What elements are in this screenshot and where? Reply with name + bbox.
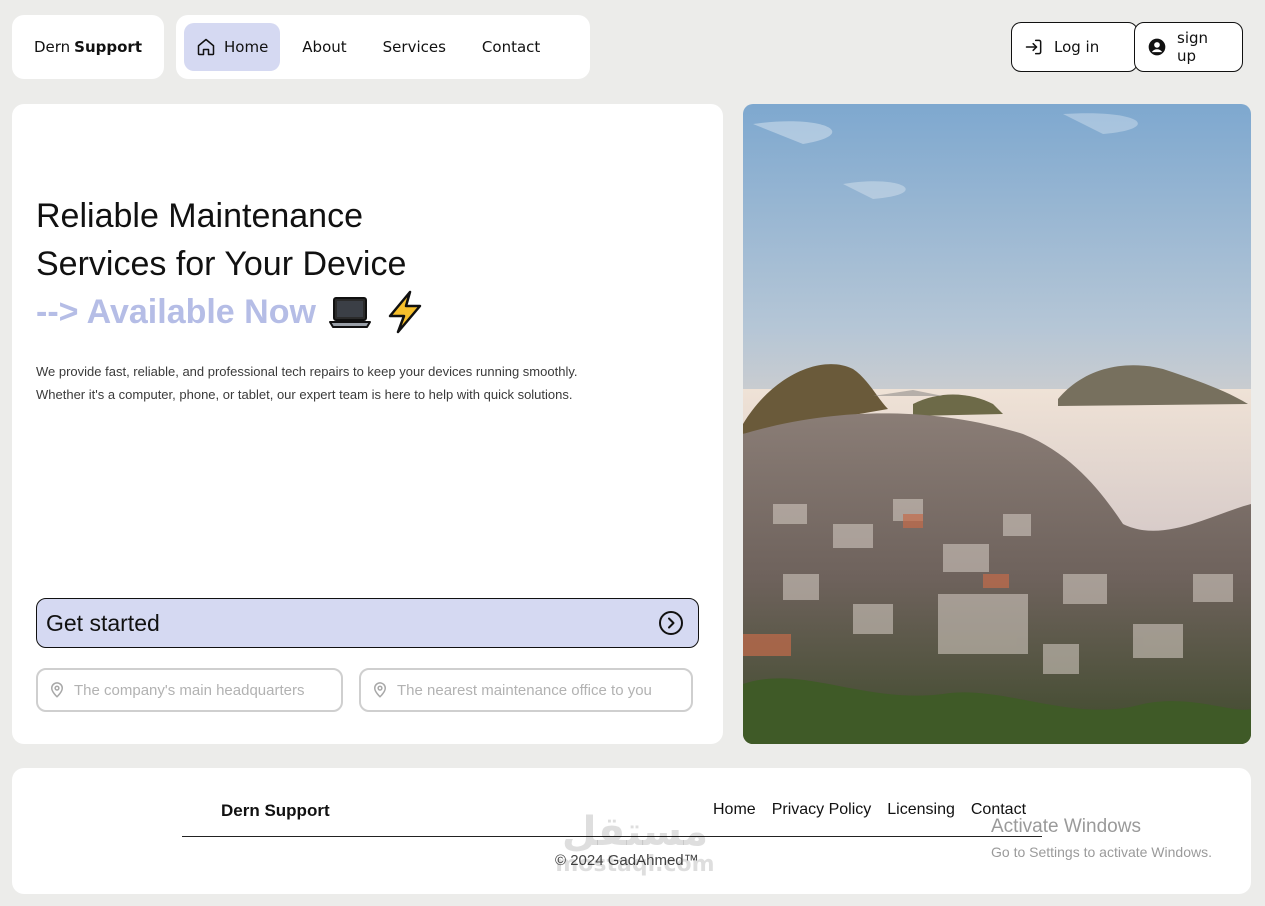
description-line-1: We provide fast, reliable, and professio…	[36, 364, 578, 379]
signup-button[interactable]: sign up	[1134, 22, 1243, 72]
headline-line-1: Reliable Maintenance	[36, 197, 363, 235]
nav-item-label: Services	[382, 38, 446, 56]
footer-link-licensing[interactable]: Licensing	[887, 801, 955, 819]
login-icon	[1024, 37, 1044, 57]
footer-link-contact[interactable]: Contact	[971, 801, 1026, 819]
pill-label: The nearest maintenance office to you	[397, 681, 652, 699]
watermark-arabic: مستقل	[561, 809, 709, 855]
footer-divider	[182, 836, 1042, 837]
headline-accent: --> Available Now	[36, 288, 426, 336]
nav-item-about[interactable]: About	[288, 23, 360, 71]
footer-link-home[interactable]: Home	[713, 801, 756, 819]
home-icon	[196, 37, 216, 57]
nav-item-contact[interactable]: Contact	[468, 23, 554, 71]
footer-copyright: © 2024 GadAhmed™	[555, 852, 699, 869]
nav-item-home[interactable]: Home	[184, 23, 281, 71]
footer-brand: Dern Support	[221, 801, 330, 820]
get-started-label: Get started	[46, 609, 160, 636]
footer-links: Home Privacy Policy Licensing Contact	[713, 801, 1042, 819]
location-pin-icon	[371, 681, 389, 699]
arrow-circle-right-icon	[658, 610, 684, 636]
main-nav: Home About Services Contact	[176, 15, 590, 79]
footer: Dern Support Home Privacy Policy Licensi…	[12, 768, 1251, 894]
pill-label: The company's main headquarters	[74, 681, 305, 699]
nav-item-label: Contact	[481, 38, 541, 56]
brand-name-bold: Support	[74, 38, 143, 56]
user-circle-icon	[1147, 37, 1167, 57]
signup-label: sign up	[1177, 29, 1209, 65]
nav-item-label: About	[302, 38, 347, 56]
location-pin-icon	[48, 681, 66, 699]
get-started-button[interactable]: Get started	[36, 598, 699, 648]
lightning-icon	[384, 290, 426, 334]
description-line-2: Whether it's a computer, phone, or table…	[36, 387, 573, 402]
nav-item-services[interactable]: Services	[369, 23, 460, 71]
hq-location-button[interactable]: The company's main headquarters	[36, 668, 343, 712]
login-label: Log in	[1054, 38, 1100, 56]
nav-item-label: Home	[224, 38, 269, 56]
hero-description: We provide fast, reliable, and professio…	[36, 360, 676, 406]
login-button[interactable]: Log in	[1011, 22, 1138, 72]
headline-line-2: Services for Your Device	[36, 245, 407, 283]
nearest-office-button[interactable]: The nearest maintenance office to you	[359, 668, 693, 712]
accent-text: --> Available Now	[36, 293, 316, 331]
brand-name-regular: Dern	[33, 38, 71, 56]
hero-card: Reliable Maintenance Services for Your D…	[12, 104, 723, 744]
laptop-icon	[328, 292, 372, 332]
hero-headline: Reliable Maintenance Services for Your D…	[36, 192, 426, 336]
brand-logo[interactable]: Dern Support	[12, 15, 164, 79]
hero-photo	[743, 104, 1251, 744]
footer-link-privacy[interactable]: Privacy Policy	[772, 801, 872, 819]
